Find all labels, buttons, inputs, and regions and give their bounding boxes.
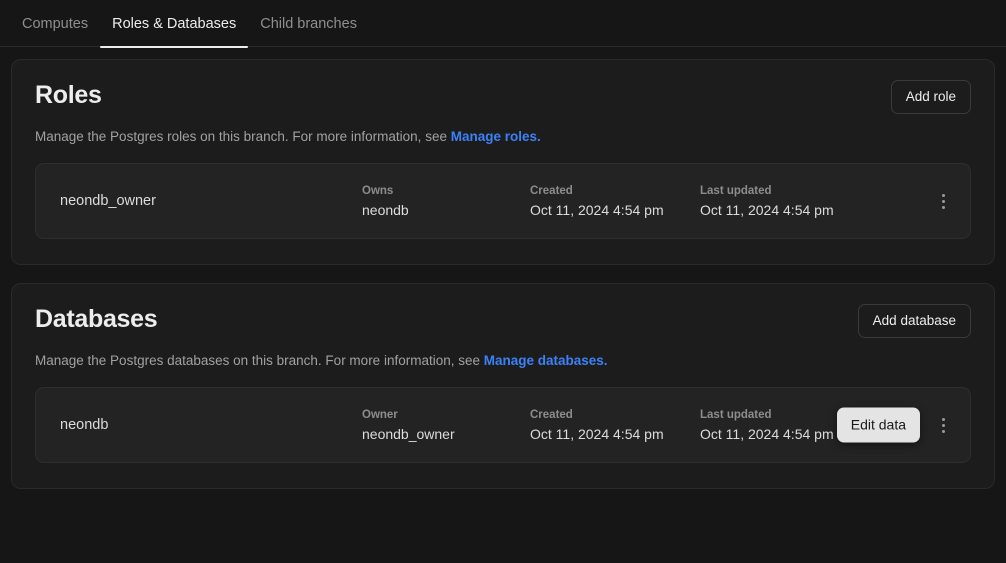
role-owns-column: Owns neondb xyxy=(362,184,530,219)
role-owns-value: neondb xyxy=(362,201,409,218)
page-content: Roles Add role Manage the Postgres roles… xyxy=(0,47,1006,489)
tab-child-branches[interactable]: Child branches xyxy=(248,0,369,47)
tab-computes[interactable]: Computes xyxy=(10,0,100,47)
kebab-dot xyxy=(941,429,945,433)
kebab-dot xyxy=(941,193,945,197)
databases-description: Manage the Postgres databases on this br… xyxy=(35,352,971,370)
tab-computes-label: Computes xyxy=(22,16,89,32)
databases-title: Databases xyxy=(35,305,158,333)
role-row-more-options-icon[interactable] xyxy=(930,188,956,214)
database-owner-label: Owner xyxy=(362,408,398,421)
role-row[interactable]: neondb_owner Owns neondb Created Oct 11,… xyxy=(35,163,971,239)
manage-roles-link[interactable]: Manage roles. xyxy=(451,129,541,144)
database-row[interactable]: neondb Owner neondb_owner Created Oct 11… xyxy=(35,387,971,463)
roles-card: Roles Add role Manage the Postgres roles… xyxy=(11,59,995,265)
database-owner-value: neondb_owner xyxy=(362,425,455,442)
database-owner-column: Owner neondb_owner xyxy=(362,408,530,443)
database-created-column: Created Oct 11, 2024 4:54 pm xyxy=(530,408,700,443)
database-row-more-options-icon[interactable] xyxy=(930,412,956,438)
databases-card-header: Databases Add database xyxy=(35,304,971,338)
role-created-value: Oct 11, 2024 4:54 pm xyxy=(530,201,664,218)
role-created-label: Created xyxy=(530,184,573,197)
kebab-dot xyxy=(941,423,945,427)
kebab-dot xyxy=(941,199,945,203)
kebab-dot xyxy=(941,205,945,209)
role-name: neondb_owner xyxy=(60,193,156,209)
role-owns-label: Owns xyxy=(362,184,394,197)
add-role-button[interactable]: Add role xyxy=(890,80,971,114)
tab-bar: Computes Roles & Databases Child branche… xyxy=(0,0,1006,48)
roles-title: Roles xyxy=(35,81,102,109)
roles-card-header: Roles Add role xyxy=(35,80,971,114)
roles-description-text: Manage the Postgres roles on this branch… xyxy=(35,129,451,144)
manage-databases-link[interactable]: Manage databases. xyxy=(484,353,608,368)
kebab-dot xyxy=(941,417,945,421)
database-created-label: Created xyxy=(530,408,573,421)
database-created-value: Oct 11, 2024 4:54 pm xyxy=(530,425,664,442)
role-created-column: Created Oct 11, 2024 4:54 pm xyxy=(530,184,700,219)
databases-description-text: Manage the Postgres databases on this br… xyxy=(35,353,484,368)
edit-data-tooltip[interactable]: Edit data xyxy=(836,407,920,443)
add-database-button[interactable]: Add database xyxy=(857,304,971,338)
tab-child-branches-label: Child branches xyxy=(260,16,357,32)
databases-card: Databases Add database Manage the Postgr… xyxy=(11,283,995,489)
roles-description: Manage the Postgres roles on this branch… xyxy=(35,128,971,146)
tab-roles-databases-label: Roles & Databases xyxy=(112,16,237,32)
database-name: neondb xyxy=(60,417,109,433)
tab-roles-databases[interactable]: Roles & Databases xyxy=(100,0,249,48)
